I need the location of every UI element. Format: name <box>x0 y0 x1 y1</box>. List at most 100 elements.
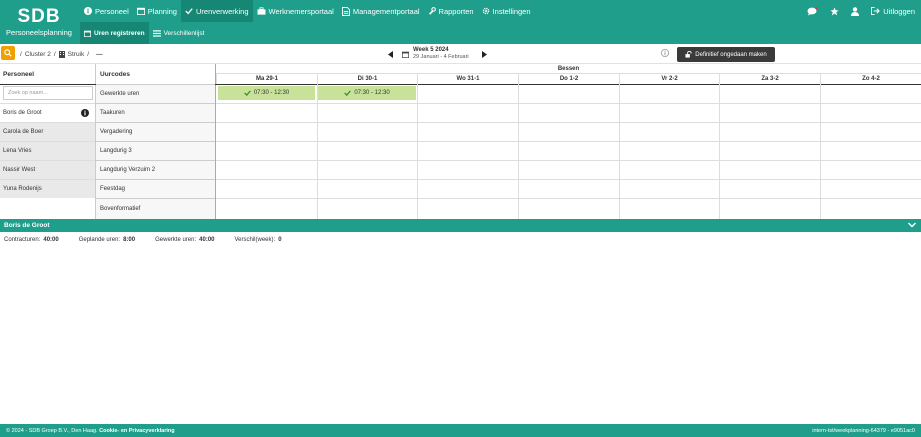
group-header: Bessen <box>216 64 921 74</box>
nav-label: Werknemersportaal <box>268 6 334 16</box>
hourcode-label: Langdurig 3 <box>100 148 132 154</box>
hourcode-row: Langdurig Verzuim 2 <box>96 160 215 179</box>
hourcode-row: Langdurig 3 <box>96 141 215 160</box>
star-icon[interactable] <box>830 6 839 16</box>
prev-week-button[interactable] <box>386 50 394 58</box>
hour-entry[interactable]: 07:30 - 12:30 <box>318 86 416 100</box>
check-icon <box>185 8 193 15</box>
next-week-button[interactable] <box>481 50 489 58</box>
grid-row-line <box>216 122 921 123</box>
list-icon <box>152 29 161 37</box>
hour-entry[interactable]: 07:30 - 12:30 <box>218 86 315 100</box>
main-nav: Personeel Planning Urenverwerking Werkne… <box>80 0 535 22</box>
unlock-icon <box>685 51 692 58</box>
grid-col-line <box>518 84 519 219</box>
nav-instellingen[interactable]: Instellingen <box>478 0 535 22</box>
day-header: Wo 31-1 <box>417 74 518 84</box>
search-button[interactable] <box>1 46 15 60</box>
stat-planned: Geplande uren: 8:00 <box>79 237 135 247</box>
day-header: Vr 2-2 <box>619 74 719 84</box>
person-row[interactable]: Carola de Boer <box>0 122 95 141</box>
logout-icon <box>871 7 881 15</box>
tab-verschillenlijst[interactable]: Verschillenlijst <box>149 22 209 44</box>
person-row[interactable]: Yuna Rodenijs <box>0 179 95 198</box>
search-icon <box>4 49 12 57</box>
crumb-separator: / <box>53 50 56 58</box>
hourcode-row: Gewerkte uren <box>96 84 215 103</box>
person-row[interactable]: Lena Vries <box>0 141 95 160</box>
crumb-separator: / <box>87 50 90 58</box>
tab-label: Verschillenlijst <box>163 29 205 37</box>
tab-label: Uren registreren <box>94 29 145 37</box>
check-icon <box>344 90 352 96</box>
nav-label: Instellingen <box>492 6 531 16</box>
employee-summary-bar[interactable]: Boris de Groot <box>0 219 921 232</box>
stat-label: Contracturen: <box>4 237 41 243</box>
hourcode-row: Taakuren <box>96 103 215 122</box>
logo[interactable]: SDB Personeelsplanning <box>0 0 78 44</box>
undo-final-button[interactable]: Definitief ongedaan maken <box>677 47 775 62</box>
nav-urenverwerking[interactable]: Urenverwerking <box>180 0 253 22</box>
day-header: Ma 29-1 <box>216 74 317 84</box>
stat-label: Verschil(week): <box>234 237 276 243</box>
sub-nav: Uren registreren Verschillenlijst <box>80 22 208 44</box>
nav-personeel[interactable]: Personeel <box>80 0 133 22</box>
nav-label: Urenverwerking <box>195 6 249 16</box>
nav-rapporten[interactable]: Rapporten <box>424 0 478 22</box>
app: { "brand":{"logo":"SDB","subtitle":"Pers… <box>0 0 921 437</box>
hourcode-label: Langdurig Verzuim 2 <box>100 167 156 173</box>
chat-icon[interactable] <box>807 6 818 16</box>
person-name: Carola de Boer <box>3 129 44 135</box>
nav-planning[interactable]: Planning <box>133 0 181 22</box>
week-info[interactable]: Week 5 2024 29 Januari - 4 Februari <box>402 47 469 61</box>
day-header: Di 30-1 <box>317 74 417 84</box>
nav-managementportaal[interactable]: Managementportaal <box>338 0 424 22</box>
grid-col-line <box>820 84 821 219</box>
calendar-icon <box>402 51 409 58</box>
week-title: Week 5 2024 <box>413 47 449 53</box>
crumb-cluster[interactable]: Cluster 2 <box>25 51 51 58</box>
info-icon[interactable] <box>81 109 89 117</box>
wrench-icon <box>428 7 436 15</box>
hourcode-label: Feestdag <box>100 186 126 192</box>
nav-werknemersportaal[interactable]: Werknemersportaal <box>253 0 338 22</box>
footer: © 2024 - SDB Groep B.V., Den Haag. Cooki… <box>0 424 921 437</box>
day-header: Za 3-2 <box>719 74 820 84</box>
privacy-link[interactable]: Cookie- en Privacyverklaring <box>99 428 175 434</box>
name-search-input[interactable]: Zoek op naam... <box>3 86 93 100</box>
nav-label: Personeel <box>95 6 129 16</box>
logout-button[interactable]: Uitloggen <box>871 7 915 16</box>
logo-subtitle: Personeelsplanning <box>6 27 72 37</box>
user-actions: Uitloggen <box>807 0 915 22</box>
stat-value: 40:00 <box>199 237 215 243</box>
chevron-down-icon[interactable] <box>908 222 916 228</box>
person-row[interactable]: Boris de Groot <box>0 103 95 122</box>
person-row[interactable]: Nassir West <box>0 160 95 179</box>
entry-time: 07:30 - 12:30 <box>253 90 290 96</box>
calendar-icon <box>84 30 91 37</box>
info-icon[interactable] <box>661 49 669 57</box>
top-navbar: SDB Personeelsplanning Personeel Plannin… <box>0 0 921 44</box>
stat-value: 40:00 <box>43 237 59 243</box>
hourcode-row: Feestdag <box>96 179 215 198</box>
tab-uren-registreren[interactable]: Uren registreren <box>80 22 149 44</box>
toolbar: / Cluster 2 / Struik / — Week 5 2024 29 … <box>0 44 921 64</box>
entry-time: 07:30 - 12:30 <box>354 90 390 96</box>
logout-label: Uitloggen <box>883 6 915 16</box>
info-icon <box>84 7 92 15</box>
nav-label: Planning <box>147 6 177 16</box>
hourcode-label: Taakuren <box>100 110 125 116</box>
stat-value: 0 <box>278 237 282 243</box>
hourcode-label: Vergadering <box>100 129 133 135</box>
calendar-icon <box>136 7 145 15</box>
caret-right-icon <box>482 50 488 58</box>
person-name: Nassir West <box>3 167 36 173</box>
document-icon <box>341 6 350 16</box>
stat-worked: Gewerkte uren: 40:00 <box>155 237 214 247</box>
hourcode-label: Bovenformatief <box>100 206 141 212</box>
user-icon[interactable] <box>851 6 860 16</box>
crumb-location[interactable]: Struik <box>68 51 85 58</box>
building-icon <box>58 50 65 58</box>
hourcode-row: Vergadering <box>96 122 215 141</box>
gear-icon <box>482 7 489 15</box>
